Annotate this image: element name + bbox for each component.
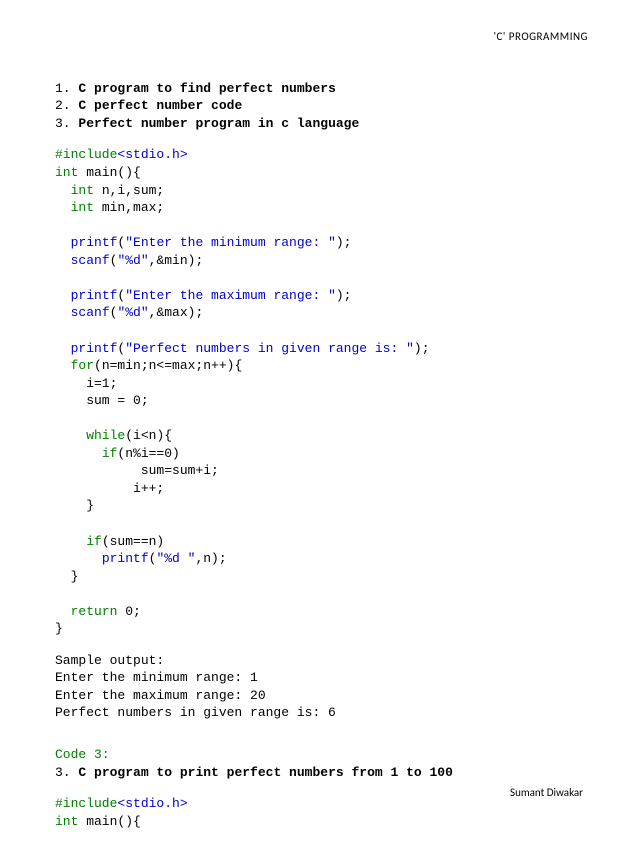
fn-printf: printf (71, 341, 118, 356)
code3-label: Code 3: (55, 747, 110, 762)
string-literal: "Enter the maximum range: " (125, 288, 336, 303)
code-text: ); (336, 235, 352, 250)
code-text: ,&max); (149, 305, 204, 320)
code3-title: C program to print perfect numbers from … (78, 765, 452, 780)
list-title: Perfect number program in c language (78, 116, 359, 131)
string-literal: "Perfect numbers in given range is: " (125, 341, 414, 356)
main-decl: main(){ (78, 165, 140, 180)
keyword-for: for (71, 358, 94, 373)
code-text: sum = 0; (55, 393, 149, 408)
code-text: (i<n){ (125, 428, 172, 443)
code-text: (n=min;n<=max;n++){ (94, 358, 242, 373)
code-text: ,&min); (149, 253, 204, 268)
fn-scanf: scanf (71, 253, 110, 268)
code-text: sum=sum+i; (55, 463, 219, 478)
var-decl: min,max; (94, 200, 164, 215)
code-text: ,n); (195, 551, 226, 566)
list-number: 3. (55, 116, 71, 131)
preproc: #include (55, 796, 117, 811)
list-title: C program to find perfect numbers (78, 81, 335, 96)
code-text: (n%i==0) (117, 446, 179, 461)
string-literal: "Enter the minimum range: " (125, 235, 336, 250)
sample-line: Enter the minimum range: 1 (55, 670, 258, 685)
fn-printf: printf (71, 288, 118, 303)
sample-line: Perfect numbers in given range is: 6 (55, 705, 336, 720)
code3-heading: Code 3: 3. C program to print perfect nu… (55, 746, 588, 781)
string-literal: "%d" (117, 253, 148, 268)
keyword-if: if (102, 446, 118, 461)
keyword-int: int (55, 165, 78, 180)
code-text: } (55, 569, 78, 584)
code-text: } (55, 621, 63, 636)
sample-heading: Sample output: (55, 653, 164, 668)
code-text: (sum==n) (102, 534, 164, 549)
list-title: C perfect number code (78, 98, 242, 113)
preproc: #include (55, 147, 117, 162)
code-block-2: #include<stdio.h> int main(){ (55, 795, 588, 830)
code-text: ); (414, 341, 430, 356)
keyword-while: while (86, 428, 125, 443)
sample-line: Enter the maximum range: 20 (55, 688, 266, 703)
list-number: 3. (55, 765, 71, 780)
sample-output: Sample output: Enter the minimum range: … (55, 652, 588, 722)
page-header: 'C' PROGRAMMING (55, 30, 588, 45)
keyword-int: int (71, 183, 94, 198)
code-text: i++; (55, 481, 164, 496)
string-literal: "%d" (117, 305, 148, 320)
keyword-if: if (86, 534, 102, 549)
page-footer: Sumant Diwakar (510, 786, 583, 801)
code-text: 0; (117, 604, 140, 619)
code-block-1: #include<stdio.h> int main(){ int n,i,su… (55, 146, 588, 637)
var-decl: n,i,sum; (94, 183, 164, 198)
code-text: i=1; (55, 376, 117, 391)
list-number: 2. (55, 98, 71, 113)
keyword-int: int (71, 200, 94, 215)
keyword-return: return (71, 604, 118, 619)
string-literal: "%d " (156, 551, 195, 566)
fn-printf: printf (102, 551, 149, 566)
code-text: } (55, 498, 94, 513)
header-file: <stdio.h> (117, 796, 187, 811)
header-file: <stdio.h> (117, 147, 187, 162)
main-decl: main(){ (78, 814, 140, 829)
heading-list: 1. C program to find perfect numbers 2. … (55, 80, 588, 133)
fn-printf: printf (71, 235, 118, 250)
fn-scanf: scanf (71, 305, 110, 320)
code-text: ); (336, 288, 352, 303)
list-number: 1. (55, 81, 71, 96)
keyword-int: int (55, 814, 78, 829)
